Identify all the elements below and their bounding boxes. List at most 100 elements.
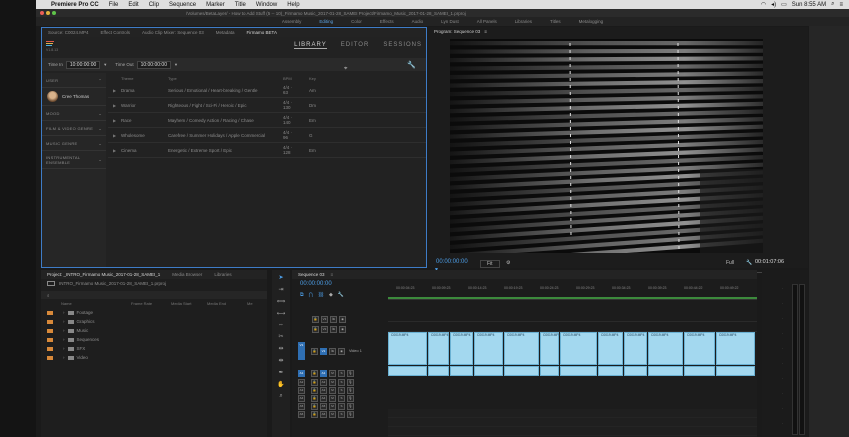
solo-icon[interactable]: S xyxy=(338,394,345,402)
col-frame-rate[interactable]: Frame Rate xyxy=(131,301,171,306)
timeline-settings-icon[interactable]: 🔧 xyxy=(338,292,344,298)
workspace-audio[interactable]: Audio xyxy=(403,19,433,24)
col-bpm[interactable]: BPM xyxy=(273,76,297,81)
video-clip[interactable]: C0019.MP4 xyxy=(598,332,623,365)
menu-help[interactable]: Help xyxy=(282,2,304,8)
col-media-start[interactable]: Media Start xyxy=(171,301,207,306)
sync-lock-icon[interactable]: ⇋ xyxy=(329,347,336,355)
track-select-icon[interactable]: ⇥ xyxy=(278,286,283,293)
search-bar[interactable]: ⌕ xyxy=(41,291,267,299)
eye-icon[interactable]: ◉ xyxy=(338,347,345,355)
list-item[interactable]: › Music xyxy=(41,326,267,335)
slide-icon[interactable]: ⇼ xyxy=(278,357,283,364)
workspace-metalogging[interactable]: Metalogging xyxy=(570,19,613,24)
lock-icon[interactable]: 🔒 xyxy=(311,378,318,386)
sync-lock-icon[interactable]: ⇋ xyxy=(330,315,337,323)
col-media-more[interactable]: Me xyxy=(247,301,253,306)
video-clip[interactable]: C0019.MP4 xyxy=(684,332,715,365)
mute-icon[interactable]: M xyxy=(329,394,336,402)
tab-effect-controls[interactable]: Effect Controls xyxy=(95,30,136,35)
razor-icon[interactable]: ✂ xyxy=(278,333,283,340)
zoom-window-button[interactable] xyxy=(52,11,56,15)
col-type[interactable]: Type xyxy=(168,76,273,81)
video-clip[interactable]: C0019.MP4 xyxy=(648,332,683,365)
menu-marker[interactable]: Marker xyxy=(201,2,230,8)
solo-icon[interactable]: S xyxy=(338,410,345,418)
track-label[interactable]: A3 xyxy=(320,386,327,394)
track-label[interactable]: A5 xyxy=(320,402,327,410)
lock-icon[interactable]: 🔒 xyxy=(311,347,318,355)
list-item[interactable]: › Video xyxy=(41,353,267,362)
timeline-timecode[interactable]: 00:00:00:00 xyxy=(300,281,332,287)
col-key[interactable]: Key xyxy=(297,76,327,81)
fit-dropdown[interactable]: Fit xyxy=(480,260,500,268)
program-timecode[interactable]: 00:00:00:00 xyxy=(436,259,468,265)
chevron-right-icon[interactable]: › xyxy=(63,337,65,342)
search-icon[interactable]: ⌕ xyxy=(831,1,834,8)
quality-dropdown[interactable]: Full xyxy=(726,260,734,266)
solo-icon[interactable]: S xyxy=(338,386,345,394)
menu-clip[interactable]: Clip xyxy=(144,2,164,8)
menu-edit[interactable]: Edit xyxy=(123,2,143,8)
source-patch-audio[interactable]: A6 xyxy=(298,410,305,418)
nav-library[interactable]: LIBRARY xyxy=(294,42,327,49)
source-patch-audio[interactable]: A2 xyxy=(298,378,305,386)
track-label[interactable]: A2 xyxy=(320,378,327,386)
program-monitor-tab[interactable]: Program: Sequence 03 ≡ xyxy=(428,27,808,36)
workspace-effects[interactable]: Effects xyxy=(371,19,403,24)
mute-icon[interactable]: M xyxy=(329,369,336,377)
mute-icon[interactable]: M xyxy=(329,402,336,410)
tab-project[interactable]: Project: _INTRO_Firmamo Music_2017-01-28… xyxy=(41,272,166,277)
video-clip[interactable]: C0019.MP4 xyxy=(716,332,755,365)
sidebar-section-music-genre[interactable]: MUSIC GENRE ⌄ xyxy=(42,136,106,151)
video-clip[interactable]: C0019.MP4 xyxy=(474,332,503,365)
volume-icon[interactable]: ◂) xyxy=(771,1,776,8)
settings-wrench-icon[interactable]: ⚙ xyxy=(506,260,510,266)
tab-media-browser[interactable]: Media Browser xyxy=(166,272,208,277)
lock-icon[interactable]: 🔒 xyxy=(311,394,318,402)
lock-icon[interactable]: 🔒 xyxy=(312,325,319,333)
audio-clip[interactable] xyxy=(474,366,503,376)
tab-source[interactable]: Source: C0024.MP4 xyxy=(42,30,95,35)
track-label[interactable]: A4 xyxy=(320,394,327,402)
battery-icon[interactable]: ▭ xyxy=(781,1,787,8)
table-row[interactable]: ▶ Drama Serious / Emotional / Heart-brea… xyxy=(108,83,426,98)
nav-editor[interactable]: EDITOR xyxy=(341,42,370,49)
col-media-end[interactable]: Media End xyxy=(207,301,247,306)
track-label[interactable]: V2 xyxy=(321,325,328,333)
track-v3-lane[interactable] xyxy=(388,302,757,322)
voiceover-record-icon[interactable]: 🎙 xyxy=(347,386,354,394)
list-item[interactable]: › SFX xyxy=(41,344,267,353)
time-out-field[interactable]: 10:00:00:00 xyxy=(136,60,171,69)
audio-clip[interactable] xyxy=(648,366,683,376)
source-patch-audio[interactable]: A3 xyxy=(298,386,305,394)
ripple-edit-icon[interactable]: ⟺ xyxy=(277,298,286,305)
wifi-icon[interactable]: ◠ xyxy=(761,1,766,8)
audio-clip[interactable] xyxy=(560,366,597,376)
video-clip[interactable]: C0019.MP4 xyxy=(450,332,473,365)
sidebar-section-mood[interactable]: MOOD ⌄ xyxy=(42,106,106,121)
wrench-icon[interactable]: 🔧 xyxy=(746,260,752,266)
table-row[interactable]: ▶ Wholesome Carefree / Summer Holidays /… xyxy=(108,128,426,143)
tab-metadata[interactable]: Metadata xyxy=(210,30,241,35)
video-clip[interactable]: C0019.MP4 xyxy=(504,332,539,365)
lock-icon[interactable]: 🔒 xyxy=(311,369,318,377)
mute-icon[interactable]: M xyxy=(329,410,336,418)
play-icon[interactable]: ▶ xyxy=(108,103,121,108)
wrench-icon[interactable]: 🔧 xyxy=(407,61,416,69)
lock-icon[interactable]: 🔒 xyxy=(311,386,318,394)
col-name[interactable]: Name xyxy=(41,301,131,306)
zoom-icon[interactable]: ⌕ xyxy=(279,393,282,400)
track-label[interactable]: V1 xyxy=(320,347,327,355)
video-clip[interactable]: C0019.MP4 xyxy=(428,332,449,365)
snap-icon[interactable]: ⋂ xyxy=(309,292,313,298)
panel-menu-icon[interactable]: ≡ xyxy=(484,29,487,34)
col-theme[interactable]: Theme xyxy=(121,76,168,81)
track-label[interactable]: A1 xyxy=(320,369,327,377)
mute-icon[interactable]: M xyxy=(329,378,336,386)
solo-icon[interactable]: S xyxy=(338,378,345,386)
panel-menu-icon[interactable]: ≡ xyxy=(331,272,334,277)
track-label[interactable]: V3 xyxy=(321,315,328,323)
source-patch-v1[interactable]: V1 xyxy=(298,342,305,360)
table-row[interactable]: ▶ Race Mayhem / Comedy Action / Racing /… xyxy=(108,113,426,128)
